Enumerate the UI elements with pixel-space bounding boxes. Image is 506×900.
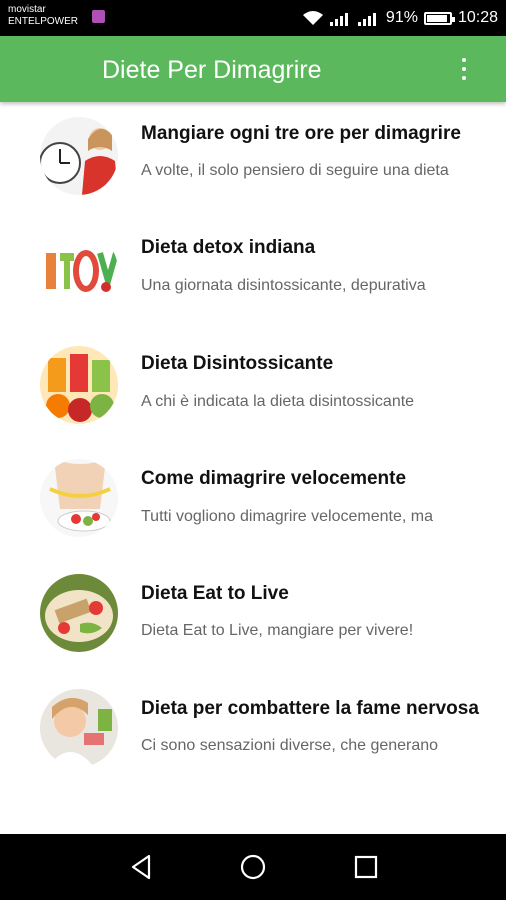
list-item[interactable]: Dieta per combattere la fame nervosa Ci … <box>0 677 506 792</box>
status-icons: 91% 10:28 <box>302 6 498 30</box>
article-title: Come dimagrire velocemente <box>141 468 407 489</box>
signal-icon <box>329 10 352 26</box>
article-title: Dieta Eat to Live <box>141 583 289 604</box>
article-title: Dieta detox indiana <box>141 237 316 258</box>
article-thumbnail-juices <box>40 346 118 424</box>
carrier-sub-name: ENTELPOWER <box>8 16 79 27</box>
list-item[interactable]: Come dimagrire velocemente Tutti voglion… <box>0 447 506 562</box>
home-circle-icon[interactable] <box>238 852 268 882</box>
recents-square-icon[interactable] <box>351 852 381 882</box>
carrier-name: movistar <box>8 4 46 15</box>
app-bar: Diete Per Dimagrire <box>0 36 506 102</box>
article-thumbnail-waist <box>40 459 118 537</box>
carrier-label: movistar ENTELPOWER <box>8 4 78 28</box>
navigation-bar <box>0 834 506 900</box>
clock-time: 10:28 <box>457 9 498 26</box>
article-thumbnail-detox <box>40 231 118 309</box>
signal-icon <box>357 10 380 26</box>
back-triangle-icon[interactable] <box>127 852 157 882</box>
more-vert-icon[interactable] <box>458 58 470 80</box>
list-item[interactable]: Dieta detox indiana Una giornata disinto… <box>0 217 506 332</box>
list-item[interactable]: Dieta Eat to Live Dieta Eat to Live, man… <box>0 562 506 677</box>
status-bar: movistar ENTELPOWER 91% 10:28 <box>0 0 506 36</box>
article-thumbnail-clock <box>40 117 118 195</box>
article-subtitle: A volte, il solo pensiero di seguire una… <box>141 162 449 179</box>
article-subtitle: Dieta Eat to Live, mangiare per vivere! <box>141 622 414 639</box>
article-subtitle: Tutti vogliono dimagrire velocemente, ma <box>141 508 433 525</box>
article-title: Dieta per combattere la fame nervosa <box>141 698 479 719</box>
app-notification-icon <box>92 10 105 23</box>
article-thumbnail-salad <box>40 574 118 652</box>
article-title: Dieta Disintossicante <box>141 353 334 374</box>
battery-percent: 91% <box>385 9 418 26</box>
article-subtitle: Ci sono sensazioni diverse, che generano <box>141 737 439 754</box>
article-thumbnail-girl <box>40 689 118 767</box>
article-subtitle: Una giornata disintossicante, depurativa <box>141 277 426 294</box>
wifi-icon <box>302 11 323 25</box>
article-list: Mangiare ogni tre ore per dimagrire A vo… <box>0 102 506 792</box>
list-item[interactable]: Mangiare ogni tre ore per dimagrire A vo… <box>0 102 506 217</box>
article-title: Mangiare ogni tre ore per dimagrire <box>141 123 461 144</box>
app-title: Diete Per Dimagrire <box>102 56 322 84</box>
list-item[interactable]: Dieta Disintossicante A chi è indicata l… <box>0 332 506 447</box>
battery-icon <box>423 11 455 25</box>
article-subtitle: A chi è indicata la dieta disintossicant… <box>141 393 415 410</box>
